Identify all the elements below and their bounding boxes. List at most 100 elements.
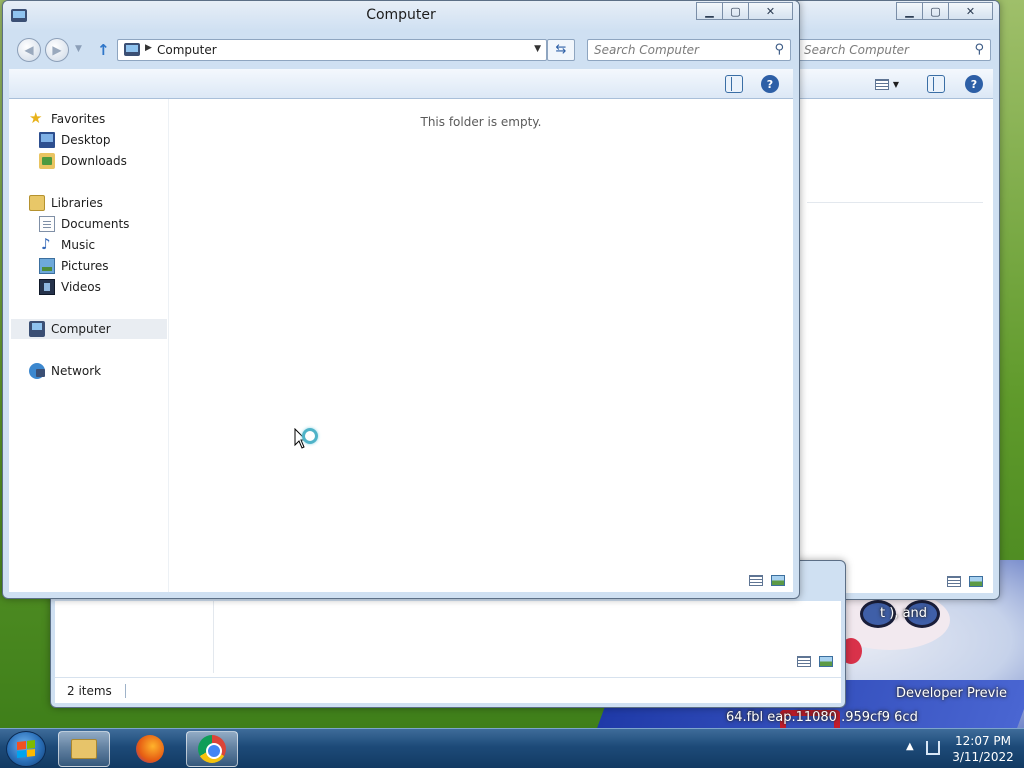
nav-label: Downloads (61, 154, 127, 168)
divider (807, 202, 983, 203)
search-icon[interactable]: ⚲ (974, 42, 984, 57)
breadcrumb-computer[interactable]: Computer (157, 43, 217, 57)
nav-label: Network (51, 364, 102, 378)
videos-icon (39, 279, 55, 295)
nav-label: Videos (61, 280, 101, 294)
minimize-button[interactable]: ▁ (896, 2, 923, 20)
search-placeholder: Search Computer (594, 43, 699, 57)
breadcrumb-chevron-icon[interactable]: ▶ (145, 43, 152, 53)
computer-icon (124, 43, 140, 56)
details-view-icon[interactable] (749, 575, 763, 586)
view-switcher (797, 656, 833, 667)
title-bar[interactable]: Computer ▁ ▢ ✕ (3, 1, 799, 31)
search-placeholder: Search Computer (804, 43, 909, 57)
nav-favorites[interactable]: Favorites (29, 109, 105, 129)
empty-folder-message: This folder is empty. (420, 115, 542, 129)
libraries-icon (29, 195, 45, 211)
downloads-folder-icon (39, 153, 55, 169)
nav-label: Pictures (61, 259, 109, 273)
clock-date: 3/11/2022 (952, 750, 1014, 764)
maximize-button[interactable]: ▢ (722, 2, 749, 20)
large-icons-view-icon[interactable] (819, 656, 833, 667)
nav-libraries[interactable]: Libraries (29, 193, 103, 213)
computer-icon (29, 321, 45, 337)
desktop: t ), and Developer Previe 64.fbl eap.110… (0, 0, 1024, 728)
nav-label: Documents (61, 217, 130, 231)
back-button[interactable]: ◀ (17, 38, 41, 62)
help-icon[interactable]: ? (761, 75, 779, 93)
desktop-icon (39, 132, 55, 148)
nav-pane-divider (213, 601, 214, 673)
navigation-row: ◀ ▶ ▼ ↑ ▶ Computer ▼ ⇆ Search Computer ⚲ (3, 35, 799, 65)
search-input[interactable]: Search Computer ⚲ (797, 39, 991, 61)
taskbar-firefox-button[interactable] (124, 731, 176, 767)
nav-videos[interactable]: Videos (39, 277, 101, 297)
network-status-icon[interactable] (926, 741, 940, 755)
pictures-icon (39, 258, 55, 274)
explorer-body: Favorites Desktop Downloads Libraries Do… (9, 99, 793, 592)
start-button[interactable] (6, 731, 46, 767)
nav-documents[interactable]: Documents (39, 214, 129, 234)
item-count: 2 items (67, 684, 112, 698)
close-button[interactable]: ✕ (748, 2, 793, 20)
nav-label: Desktop (61, 133, 111, 147)
window-title: Computer (366, 7, 436, 23)
show-hidden-icons-icon[interactable]: ▲ (906, 741, 914, 752)
status-separator (125, 684, 126, 698)
taskbar-explorer-button[interactable] (58, 731, 110, 767)
firefox-icon (136, 735, 164, 763)
music-icon (39, 235, 55, 253)
search-input[interactable]: Search Computer ⚲ (587, 39, 791, 61)
nav-network[interactable]: Network (29, 361, 101, 381)
explorer-icon (71, 739, 97, 759)
details-view-icon[interactable] (797, 656, 811, 667)
recent-pages-dropdown[interactable]: ▼ (75, 44, 82, 54)
nav-label: Favorites (51, 112, 106, 126)
close-button[interactable]: ✕ (948, 2, 993, 20)
desktop-watermark-text: t ), and (880, 606, 928, 621)
details-view-icon[interactable] (947, 576, 961, 587)
view-switcher (947, 576, 983, 587)
nav-computer[interactable]: Computer (11, 319, 167, 339)
chrome-icon (198, 735, 226, 763)
address-bar[interactable]: ▶ Computer ▼ (117, 39, 547, 61)
navigation-pane: Favorites Desktop Downloads Libraries Do… (9, 99, 169, 592)
caption-buttons: ▁ ▢ ✕ (896, 2, 993, 20)
command-bar: ? (9, 69, 793, 99)
explorer-window-computer[interactable]: Computer ▁ ▢ ✕ ◀ ▶ ▼ ↑ ▶ Computer ▼ ⇆ Se… (2, 0, 800, 599)
minimize-button[interactable]: ▁ (696, 2, 723, 20)
up-arrow-icon[interactable]: ↑ (97, 41, 110, 59)
status-bar: 2 items (55, 677, 841, 703)
busy-spinner-icon (302, 428, 318, 444)
nav-music[interactable]: Music (39, 235, 95, 255)
desktop-watermark-version: 64.fbl eap.11080 .959cf9 6cd (726, 710, 918, 725)
start-orb-icon (17, 740, 35, 758)
view-switcher (749, 575, 785, 586)
maximize-button[interactable]: ▢ (922, 2, 949, 20)
taskbar-chrome-button[interactable] (186, 731, 238, 767)
nav-downloads[interactable]: Downloads (39, 151, 127, 171)
nav-label: Music (61, 238, 96, 252)
change-view-icon[interactable]: ▼ (873, 75, 901, 93)
system-tray: ▲ 12:07 PM 3/11/2022 (884, 729, 1024, 768)
nav-label: Computer (51, 322, 111, 336)
preview-pane-icon[interactable] (725, 75, 743, 93)
desktop-watermark-build: Developer Previe (896, 686, 1007, 701)
search-icon[interactable]: ⚲ (774, 42, 784, 57)
documents-icon (39, 216, 55, 232)
clock-time: 12:07 PM (955, 734, 1011, 748)
preview-pane-icon[interactable] (927, 75, 945, 93)
caption-buttons: ▁ ▢ ✕ (696, 2, 793, 20)
address-dropdown-icon[interactable]: ▼ (534, 44, 541, 54)
nav-desktop[interactable]: Desktop (39, 130, 111, 150)
help-icon[interactable]: ? (965, 75, 983, 93)
clock[interactable]: 12:07 PM 3/11/2022 (950, 733, 1016, 765)
nav-label: Libraries (51, 196, 103, 210)
nav-pictures[interactable]: Pictures (39, 256, 109, 276)
taskbar: ▲ 12:07 PM 3/11/2022 (0, 728, 1024, 768)
star-icon (29, 109, 45, 127)
forward-button[interactable]: ▶ (45, 38, 69, 62)
refresh-button[interactable]: ⇆ (547, 39, 575, 61)
large-icons-view-icon[interactable] (771, 575, 785, 586)
large-icons-view-icon[interactable] (969, 576, 983, 587)
